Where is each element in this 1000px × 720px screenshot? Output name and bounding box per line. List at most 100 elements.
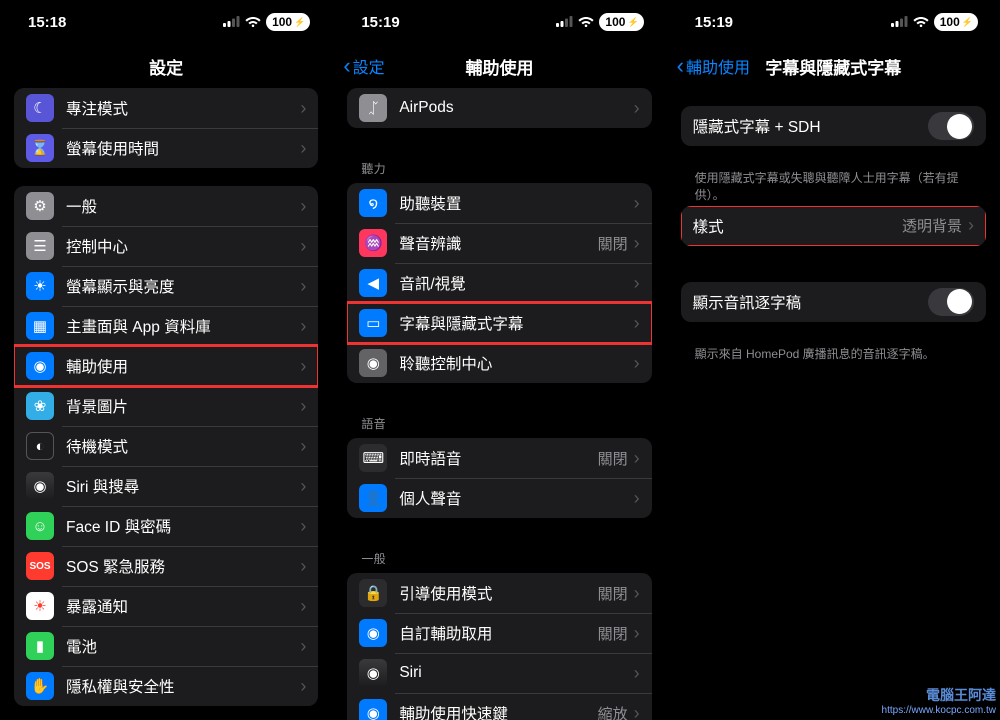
settings-row[interactable]: ◉輔助使用›: [14, 346, 318, 386]
status-time: 15:19: [361, 14, 399, 31]
battery-icon: 100⚡: [934, 13, 978, 31]
settings-row[interactable]: ▦主畫面與 App 資料庫›: [14, 306, 318, 346]
row-label: SOS 緊急服務: [66, 555, 300, 577]
settings-row[interactable]: ☀暴露通知›: [14, 586, 318, 626]
settings-row[interactable]: ⌛螢幕使用時間›: [14, 128, 318, 168]
signal-icon: [556, 14, 573, 31]
row-label: 隱私權與安全性: [66, 675, 300, 697]
chevron-right-icon: ›: [634, 488, 640, 509]
back-button[interactable]: ‹設定: [343, 53, 384, 79]
settings-row[interactable]: ◉聆聽控制中心›: [347, 343, 651, 383]
settings-row[interactable]: ☰控制中心›: [14, 226, 318, 266]
row-label: 樣式: [693, 215, 902, 237]
settings-row[interactable]: ✋ 隱私權與安全性›: [14, 666, 318, 706]
content: 隱藏式字幕 + SDH使用隱藏式字幕或失聰與聽障人士用字幕（若有提供）。樣式透明…: [667, 88, 1000, 720]
wifi-icon: [913, 14, 929, 31]
row-label: 聲音辨識: [399, 232, 597, 254]
chevron-right-icon: ›: [300, 676, 306, 697]
chevron-right-icon: ›: [300, 196, 306, 217]
privacy-icon: ✋: [26, 672, 54, 700]
settings-row[interactable]: SOSSOS 緊急服務›: [14, 546, 318, 586]
status-icons: 100⚡: [223, 13, 310, 31]
settings-row[interactable]: 樣式透明背景›: [681, 206, 986, 246]
settings-row[interactable]: ❀背景圖片›: [14, 386, 318, 426]
section-header: 聽力: [333, 146, 665, 183]
settings-row[interactable]: ▭ 字幕與隱藏式字幕›: [347, 303, 651, 343]
row-label: 音訊/視覺: [399, 272, 633, 294]
nav-bar: ‹輔助使用字幕與隱藏式字幕: [667, 44, 1000, 88]
brightness-icon: ☀: [26, 272, 54, 300]
signal-icon: [891, 14, 908, 31]
row-label: 電池: [66, 635, 300, 657]
chevron-right-icon: ›: [300, 236, 306, 257]
row-label: 字幕與隱藏式字幕: [399, 312, 633, 334]
row-label: 個人聲音: [399, 487, 633, 509]
settings-group: 樣式透明背景›: [681, 206, 986, 246]
settings-row[interactable]: ◀音訊/視覺›: [347, 263, 651, 303]
settings-group: ☾專注模式›⌛螢幕使用時間›: [14, 88, 318, 168]
row-label: 控制中心: [66, 235, 300, 257]
chevron-right-icon: ›: [634, 703, 640, 720]
subtitles-icon: ▭: [359, 309, 387, 337]
settings-row[interactable]: ◉Siri›: [347, 653, 651, 693]
settings-row[interactable]: ☾專注模式›: [14, 88, 318, 128]
settings-row[interactable]: ◉輔助使用快速鍵縮放›: [347, 693, 651, 720]
status-bar: 15:19100⚡: [333, 0, 665, 44]
chevron-right-icon: ›: [300, 396, 306, 417]
guided-access-icon: 🔒: [359, 579, 387, 607]
chevron-right-icon: ›: [300, 276, 306, 297]
settings-group: 🔒引導使用模式關閉›◉自訂輔助取用關閉›◉Siri›◉輔助使用快速鍵縮放›▢個別…: [347, 573, 651, 720]
chevron-right-icon: ›: [634, 98, 640, 119]
settings-row[interactable]: 👤個人聲音›: [347, 478, 651, 518]
row-detail: 透明背景: [902, 215, 962, 236]
chevron-right-icon: ›: [634, 193, 640, 214]
content: ᛢAirPods› 聽力໑助聽裝置›♒聲音辨識關閉›◀音訊/視覺› ▭ 字幕與隱藏式字…: [333, 88, 665, 720]
row-label: 螢幕顯示與亮度: [66, 275, 300, 297]
wifi-icon: [578, 14, 594, 31]
settings-row[interactable]: ◉Siri 與搜尋›: [14, 466, 318, 506]
settings-row[interactable]: ໑助聽裝置›: [347, 183, 651, 223]
settings-row[interactable]: ◐待機模式›: [14, 426, 318, 466]
chevron-right-icon: ›: [300, 316, 306, 337]
settings-row[interactable]: 隱藏式字幕 + SDH: [681, 106, 986, 146]
section-header: 語音: [333, 401, 665, 438]
settings-row[interactable]: 🔒引導使用模式關閉›: [347, 573, 651, 613]
row-label: 自訂輔助取用: [399, 622, 597, 644]
row-label: Siri 與搜尋: [66, 475, 300, 497]
toggle-switch[interactable]: [928, 288, 974, 316]
row-label: Face ID 與密碼: [66, 515, 300, 537]
row-label: 引導使用模式: [399, 582, 597, 604]
page-title: 字幕與隱藏式字幕: [765, 54, 901, 79]
toggle-switch[interactable]: [928, 112, 974, 140]
back-button[interactable]: ‹輔助使用: [677, 53, 750, 79]
settings-row[interactable]: ☺Face ID 與密碼›: [14, 506, 318, 546]
settings-row[interactable]: ⌨即時語音關閉›: [347, 438, 651, 478]
settings-row[interactable]: ☀ 螢幕顯示與亮度›: [14, 266, 318, 306]
chevron-left-icon: ‹: [343, 53, 350, 79]
settings-row[interactable]: ◉自訂輔助取用關閉›: [347, 613, 651, 653]
settings-group: ໑助聽裝置›♒聲音辨識關閉›◀音訊/視覺›▭字幕與隱藏式字幕›◉聆聽控制中心›: [347, 183, 651, 383]
chevron-right-icon: ›: [300, 356, 306, 377]
screen-0: 15:18100⚡設定☾專注模式›⌛螢幕使用時間›⚙一般›☰控制中心›☀螢幕顯示…: [0, 0, 333, 720]
home-grid-icon: ▦: [26, 312, 54, 340]
settings-row[interactable]: ♒聲音辨識關閉›: [347, 223, 651, 263]
settings-row[interactable]: ⚙一般›: [14, 186, 318, 226]
row-label: 專注模式: [66, 97, 300, 119]
settings-group: ⌨即時語音關閉›👤個人聲音›: [347, 438, 651, 518]
chevron-right-icon: ›: [300, 436, 306, 457]
settings-group: ⚙一般›☰控制中心›☀螢幕顯示與亮度›▦主畫面與 App 資料庫›◉輔助使用›❀…: [14, 186, 318, 706]
shortcut-icon: ◉: [359, 699, 387, 720]
standby-icon: ◐: [26, 432, 54, 460]
status-time: 15:19: [695, 14, 733, 31]
row-label: AirPods: [399, 99, 633, 117]
screen-1: 15:19100⚡‹設定輔助使用ᛢAirPods›聽力໑助聽裝置›♒聲音辨識關閉…: [333, 0, 666, 720]
settings-row[interactable]: ᛢAirPods›: [347, 88, 651, 128]
chevron-right-icon: ›: [634, 313, 640, 334]
back-label: 輔助使用: [686, 54, 750, 78]
siri-icon: ◉: [26, 472, 54, 500]
settings-group: 隱藏式字幕 + SDH: [681, 106, 986, 146]
settings-row[interactable]: ▮電池›: [14, 626, 318, 666]
settings-row[interactable]: 顯示音訊逐字稿: [681, 282, 986, 322]
settings-group: 顯示音訊逐字稿: [681, 282, 986, 322]
section-header: 一般: [333, 536, 665, 573]
